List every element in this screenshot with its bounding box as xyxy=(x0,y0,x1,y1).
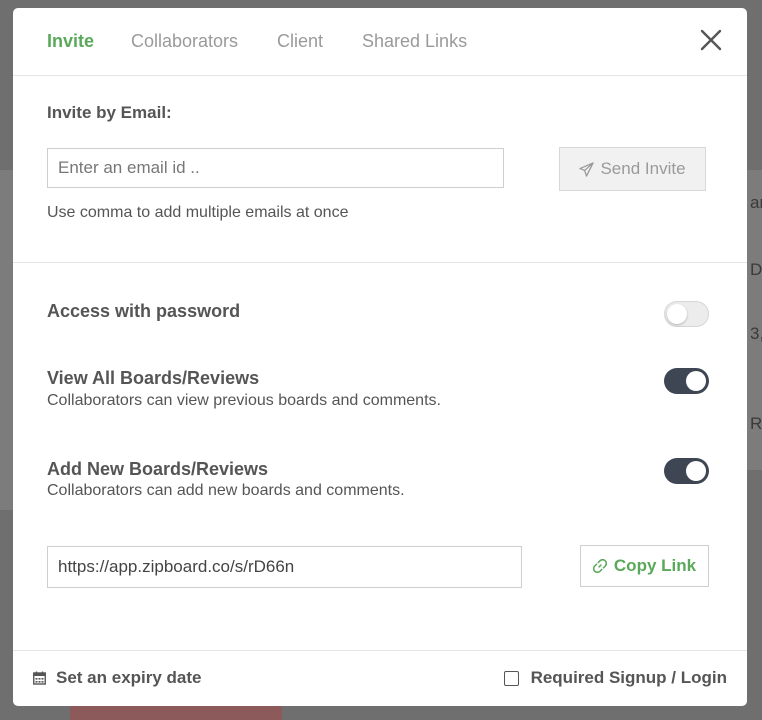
tab-collaborators[interactable]: Collaborators xyxy=(131,31,238,52)
calendar-icon xyxy=(33,671,46,685)
tab-shared-links[interactable]: Shared Links xyxy=(362,31,467,52)
setting-view-title: View All Boards/Reviews xyxy=(47,368,260,388)
close-icon xyxy=(700,29,722,51)
send-invite-label: Send Invite xyxy=(600,159,686,178)
setting-password-title: Access with password xyxy=(47,301,241,321)
share-link-field[interactable] xyxy=(47,546,522,588)
tab-invite[interactable]: Invite xyxy=(47,31,94,52)
copy-link-button[interactable]: Copy Link xyxy=(580,545,709,587)
setting-add-title: Add New Boards/Reviews xyxy=(47,459,269,479)
close-button[interactable] xyxy=(699,28,723,52)
tab-client[interactable]: Client xyxy=(277,31,323,52)
background-panel-left xyxy=(0,170,13,510)
email-input[interactable] xyxy=(47,148,504,188)
send-invite-button[interactable]: Send Invite xyxy=(559,147,706,191)
add-boards-toggle[interactable] xyxy=(664,458,709,484)
setting-add-description: Collaborators can add new boards and com… xyxy=(47,482,405,499)
toggle-knob xyxy=(686,461,706,481)
tab-bar: Invite Collaborators Client Shared Links xyxy=(13,8,747,76)
view-boards-toggle[interactable] xyxy=(664,368,709,394)
required-signup-option[interactable]: Required Signup / Login xyxy=(503,668,727,688)
background-text-fragment: De xyxy=(750,260,762,279)
background-text-fragment: R xyxy=(750,414,762,433)
background-text-fragment: 3, xyxy=(750,324,762,343)
link-icon xyxy=(592,559,607,573)
background-due-badge xyxy=(70,706,282,720)
modal-footer: Set an expiry date Required Signup / Log… xyxy=(13,650,747,706)
password-toggle[interactable] xyxy=(664,301,709,327)
set-expiry-button[interactable]: Set an expiry date xyxy=(33,668,202,688)
required-signup-checkbox[interactable] xyxy=(503,670,519,686)
toggle-knob xyxy=(667,304,687,324)
expiry-label: Set an expiry date xyxy=(56,668,202,687)
background-text-fragment: ar xyxy=(750,193,762,212)
invite-section: Invite by Email: Send Invite Use comma t… xyxy=(13,76,747,263)
setting-view-description: Collaborators can view previous boards a… xyxy=(47,392,441,409)
invite-heading: Invite by Email: xyxy=(47,103,172,122)
required-signup-label: Required Signup / Login xyxy=(530,668,727,687)
paper-plane-icon xyxy=(579,161,595,177)
copy-link-label: Copy Link xyxy=(613,556,697,575)
toggle-knob xyxy=(686,371,706,391)
email-hint: Use comma to add multiple emails at once xyxy=(47,204,349,221)
share-modal: Invite Collaborators Client Shared Links… xyxy=(13,8,747,706)
